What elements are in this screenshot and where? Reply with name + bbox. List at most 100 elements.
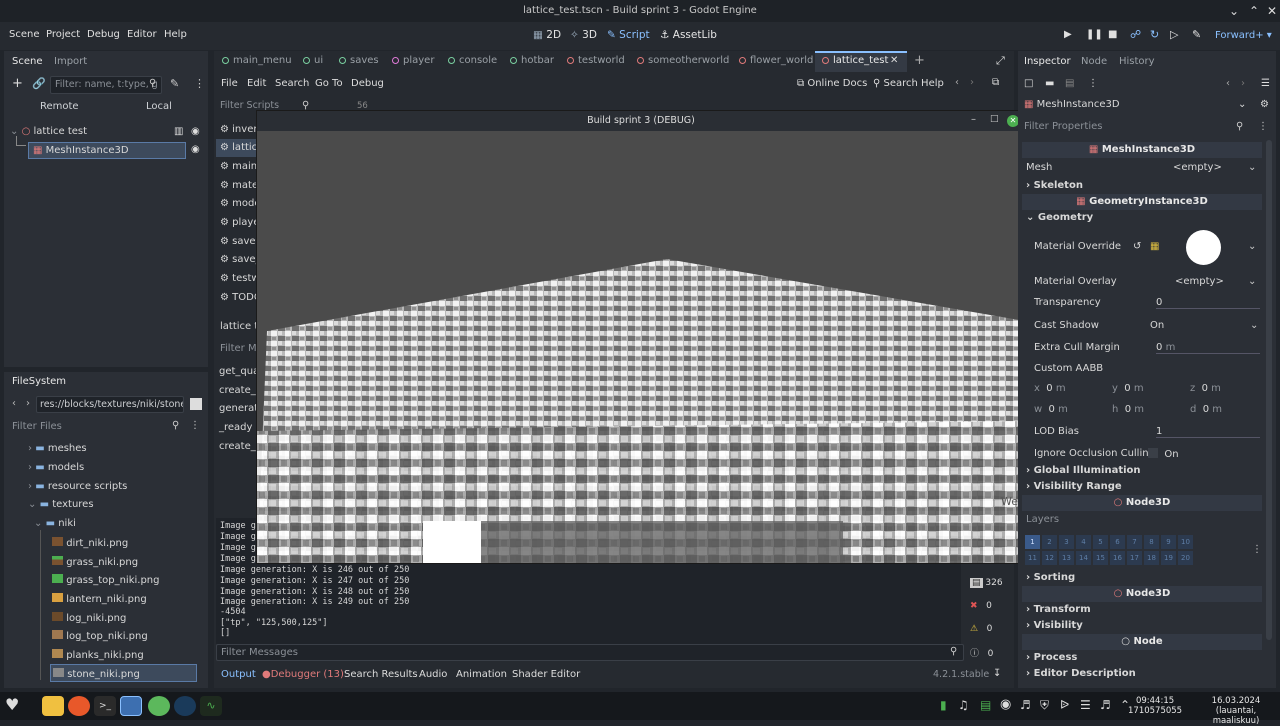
float-window-icon[interactable]: ⧉ [992,77,999,88]
layer-cell[interactable]: 9 [1161,535,1176,549]
music-icon[interactable]: ♫ [958,698,969,712]
add-tab-icon[interactable]: + [914,53,925,68]
menu-project[interactable]: Project [46,29,80,40]
next-script-icon[interactable]: › [970,77,974,88]
scene-tab-lattice-test[interactable]: lattice_test [822,55,888,66]
layer-cell[interactable]: 13 [1059,551,1074,565]
script-menu-search[interactable]: Search [275,78,309,89]
bottom-tab-search-results[interactable]: Search Results [344,669,418,680]
play-scene-icon[interactable]: ▷ [1170,28,1178,41]
aabb-w[interactable]: w 0 m [1034,404,1068,415]
fs-file-log[interactable]: log_niki.png [52,612,126,624]
back-arrow-icon[interactable]: ‹ [12,398,16,409]
fs-file-dirt[interactable]: dirt_niki.png [52,537,128,549]
prop-extra-cull-slider[interactable]: 0 m [1156,342,1260,354]
local-toggle[interactable]: Local [146,101,172,112]
layers-grid[interactable]: 1 2 3 4 5 6 7 8 9 1011 12 13 14 15 16 17 18 19 20 [1024,534,1196,566]
save-icon[interactable]: ▤ [1065,78,1074,89]
layer-cell[interactable]: 17 [1127,551,1142,565]
forward-arrow-icon[interactable]: › [26,398,30,409]
aabb-x[interactable]: x 0 m [1034,383,1066,394]
script-menu-debug[interactable]: Debug [351,78,384,89]
fs-file-lantern[interactable]: lantern_niki.png [52,593,147,605]
layer-cell[interactable]: 2 [1042,535,1057,549]
layer-cell[interactable]: 14 [1076,551,1091,565]
bottom-tab-shader-editor[interactable]: Shader Editor [512,669,580,680]
menu-editor[interactable]: Editor [127,29,157,40]
stop-icon[interactable]: ■ [1108,29,1117,40]
workspace-3d[interactable]: ✧ 3D [570,29,597,41]
inspector-scrollbar[interactable] [1266,140,1272,640]
new-resource-icon[interactable]: □ [1024,78,1033,89]
aabb-h[interactable]: h 0 m [1112,404,1144,415]
workspace-assetlib[interactable]: ⚓ AssetLib [660,29,717,41]
godot-icon[interactable] [120,696,142,716]
scene-tab-console[interactable]: console [448,55,497,66]
visibility-eye-icon-child[interactable]: ◉ [191,144,200,155]
aabb-d[interactable]: d 0 m [1190,404,1222,415]
tab-import[interactable]: Import [54,56,87,67]
audio-icon[interactable]: ♬ [1020,698,1031,712]
tab-node[interactable]: Node [1081,56,1107,67]
tab-history[interactable]: History [1119,56,1155,67]
restart-icon[interactable]: ↻ [1150,28,1159,41]
menu-help[interactable]: Help [164,29,187,40]
kebab-menu-icon-props[interactable]: ⋮ [1258,121,1268,132]
method-item[interactable]: generat [219,403,258,414]
maximize-icon[interactable]: ⌃ [1246,3,1262,19]
filter-messages-input[interactable]: Filter Messages [216,644,964,661]
menu-debug[interactable]: Debug [87,29,120,40]
bottom-tab-debugger[interactable]: ●Debugger (13) [262,669,344,680]
battery-icon[interactable]: ▮ [940,698,947,712]
bottom-tab-output[interactable]: Output [221,669,256,680]
prev-script-icon[interactable]: ‹ [955,77,959,88]
date[interactable]: 16.03.2024 (lauantai, maaliskuu) [1192,696,1280,726]
kebab-menu-icon-layers[interactable]: ⋮ [1252,544,1262,555]
menu-scene[interactable]: Scene [9,29,40,40]
layer-cell[interactable]: 15 [1093,551,1108,565]
add-node-icon[interactable]: + [12,76,23,91]
scene-tab-main-menu[interactable]: main_menu [222,55,292,66]
heart-launcher-icon[interactable]: ♥ [5,695,19,714]
steam-icon[interactable] [174,696,196,716]
tab-scene[interactable]: Scene [12,56,43,67]
close-tab-icon[interactable]: ✕ [890,55,898,66]
layer-cell[interactable]: 1 [1025,535,1040,549]
pause-icon[interactable]: ❚❚ [1086,29,1103,40]
network-icon[interactable]: ☰ [1080,698,1091,712]
scene-tab-hotbar[interactable]: hotbar [510,55,554,66]
bottom-tab-animation[interactable]: Animation [456,669,507,680]
section-global-illumination[interactable]: › Global Illumination [1026,465,1141,476]
section-editor-description[interactable]: › Editor Description [1026,668,1136,679]
game-maximize-icon[interactable]: □ [990,114,999,124]
play-custom-icon[interactable]: ✎ [1192,28,1201,41]
tab-inspector[interactable]: Inspector [1024,56,1071,67]
object-menu-icon[interactable]: ⚙ [1260,99,1269,110]
method-item[interactable]: _ready [219,422,252,433]
script-list-item[interactable]: ⚙ saves [220,236,261,247]
inspected-object[interactable]: ▦ MeshInstance3D [1024,99,1120,110]
fs-folder-niki[interactable]: ⌄ ▬ niki [34,518,76,529]
section-visibility[interactable]: › Visibility [1026,620,1083,631]
tab-filesystem[interactable]: FileSystem [12,376,66,387]
chevron-down-icon[interactable]: ⌄ [1248,162,1256,173]
renderer-select[interactable]: Forward+ ▾ [1215,30,1272,41]
method-item[interactable]: create_l [219,385,259,396]
close-icon[interactable]: ✕ [1264,3,1280,19]
script-icon-root[interactable]: ▥ [174,126,183,137]
volume-icon[interactable]: ♬ [1100,698,1111,712]
fs-file-planks[interactable]: planks_niki.png [52,649,144,661]
aabb-z[interactable]: z 0 m [1190,383,1221,394]
scene-filter-input[interactable]: Filter: name, t:type, g [50,76,162,94]
chat-app-icon[interactable] [148,696,170,716]
system-monitor-icon[interactable]: ∿ [200,696,222,716]
history-forward-icon[interactable]: › [1241,78,1245,89]
bottom-tab-audio[interactable]: Audio [419,669,447,680]
play-icon[interactable]: ▶ [1064,29,1072,40]
pin-bottom-panel-icon[interactable]: ↧ [993,668,1001,679]
minimize-icon[interactable]: ⌄ [1226,3,1242,19]
clipboard-icon[interactable]: ▤ [980,698,991,712]
warnings-count[interactable]: ⚠ 0 [970,624,992,634]
fs-folder-models[interactable]: › ▬ models [28,462,84,473]
workspace-script[interactable]: ✎ Script [607,29,650,41]
